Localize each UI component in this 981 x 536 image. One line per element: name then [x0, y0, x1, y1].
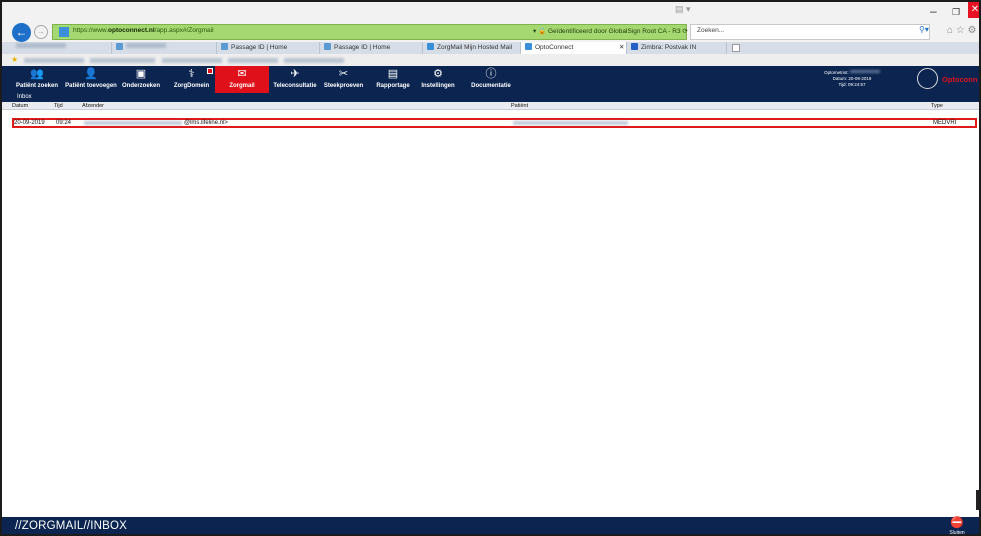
col-tijd[interactable]: Tijd	[54, 102, 63, 110]
minimize-button[interactable]: –	[930, 4, 937, 18]
browser-titlebar: ▤ ▾ – ❐ ✕	[2, 2, 979, 22]
tab-optoconnect[interactable]: OptoConnect ✕	[521, 42, 627, 54]
table-header: Datum Tijd Afzender Patiënt Type	[2, 102, 979, 110]
tab-zorgmail-hosted[interactable]: ZorgMail Mijn Hosted Mail	[423, 42, 521, 54]
cell-tijd: 09:24	[56, 120, 72, 126]
cell-datum: 20-09-2019	[14, 120, 45, 126]
zorgdomein-badge	[207, 68, 213, 74]
exit-icon: ⛔	[950, 517, 964, 529]
favorite-redacted-1[interactable]	[24, 58, 84, 63]
new-tab-icon[interactable]	[732, 44, 740, 52]
col-afzender[interactable]: Afzender	[82, 102, 104, 110]
nav-zorgdomein[interactable]: ⚕ ZorgDomein	[169, 66, 214, 93]
tab-redacted-1[interactable]	[12, 42, 112, 54]
nav-documentatie[interactable]: ⓘ Documentatie	[465, 66, 517, 93]
favorite-redacted-2[interactable]	[90, 58, 155, 63]
cell-patient-redacted	[513, 121, 628, 125]
sample-icon: ✂	[338, 68, 349, 80]
nav-instellingen[interactable]: ⚙ Instellingen	[417, 66, 459, 93]
report-icon: ▤	[387, 68, 399, 80]
table-row[interactable]: 20-09-2019 09:24 @lms.lifeline.nl> MEDVR…	[12, 118, 977, 128]
user-time: Tijd: 09:24:57	[838, 82, 866, 87]
toolbar-icons[interactable]: ⌂ ☆ ⚙	[947, 25, 977, 36]
tab-close-icon[interactable]: ✕	[619, 42, 624, 54]
nav-patient-toevoegen[interactable]: 👤 Patiënt toevoegen	[62, 66, 120, 93]
col-type[interactable]: Type	[931, 102, 943, 110]
patient-search-icon: 👥	[30, 68, 44, 80]
patient-add-icon: 👤	[84, 68, 98, 80]
browser-tabs-row: Passage ID | Home Passage ID | Home Zorg…	[2, 42, 979, 54]
tab-passage-id-2[interactable]: Passage ID | Home	[320, 42, 423, 54]
back-button[interactable]: ←	[12, 23, 31, 42]
nav-onderzoeken[interactable]: ▣ Onderzoeken	[120, 66, 162, 93]
breadcrumb-path: //ZORGMAIL//INBOX	[15, 520, 128, 532]
nav-zorgmail[interactable]: ✉ Zorgmail	[215, 66, 269, 93]
nav-rapportage[interactable]: ▤ Rapportage	[372, 66, 414, 93]
maximize-button[interactable]: ❐	[952, 7, 960, 18]
favorite-redacted-5[interactable]	[284, 58, 344, 63]
settings-icon: ⚙	[433, 68, 443, 80]
tab-list-icon[interactable]: ▤ ▾	[675, 4, 691, 15]
browser-address-row: ← → https://www.optoconnect.nl/app.aspx#…	[2, 22, 979, 42]
tab-passage-id-1[interactable]: Passage ID | Home	[217, 42, 320, 54]
tab-zimbra[interactable]: Zimbra: Postvak IN	[627, 42, 727, 54]
user-info: Optometrist: Datum: 20-09-2019 Tijd: 09:…	[802, 70, 902, 88]
col-patient[interactable]: Patiënt	[511, 102, 528, 110]
favorite-redacted-3[interactable]	[162, 58, 222, 63]
address-bar[interactable]: https://www.optoconnect.nl/app.aspx#/Zor…	[52, 24, 688, 40]
close-window-button[interactable]: ✕	[968, 2, 979, 18]
zorgmail-icon: ✉	[237, 68, 247, 80]
scrollbar-thumb[interactable]	[976, 490, 979, 510]
nav-teleconsultatie[interactable]: ✈ Teleconsultatie	[270, 66, 320, 93]
app-navbar: 👥 Patiënt zoeken 👤 Patiënt toevoegen ▣ O…	[2, 66, 979, 93]
teleconsult-icon: ✈	[290, 68, 300, 80]
section-title: Inbox	[17, 94, 32, 100]
app-footer: //ZORGMAIL//INBOX ⛔ Sluiten	[2, 517, 979, 534]
search-placeholder: Zoeken...	[697, 27, 725, 34]
cell-afzender: @lms.lifeline.nl>	[184, 120, 228, 126]
nav-patient-zoeken[interactable]: 👥 Patiënt zoeken	[12, 66, 62, 93]
site-favicon-icon	[59, 27, 69, 37]
logo-ring-icon	[917, 68, 938, 89]
col-datum[interactable]: Datum	[12, 102, 28, 110]
favorites-bar: ★	[2, 54, 979, 66]
address-url: https://www.optoconnect.nl/app.aspx#/Zor…	[73, 27, 214, 34]
certificate-info[interactable]: ▾ 🔒 Geïdentificeerd door GlobalSign Root…	[533, 27, 688, 35]
sluiten-button[interactable]: ⛔ Sluiten	[942, 517, 972, 534]
section-bar: Inbox	[2, 93, 979, 102]
nav-steekproeven[interactable]: ✂ Steekproeven	[321, 66, 366, 93]
cell-afzender-redacted	[84, 121, 182, 125]
tab-redacted-2[interactable]	[112, 42, 217, 54]
inbox-table: Datum Tijd Afzender Patiënt Type 20-09-2…	[2, 102, 979, 517]
search-input[interactable]: Zoeken...	[690, 24, 930, 40]
forward-button[interactable]: →	[34, 25, 48, 39]
search-icon[interactable]: ⚲▾	[919, 25, 929, 34]
exam-icon: ▣	[135, 68, 147, 80]
help-icon: ⓘ	[485, 68, 497, 80]
favorites-star-icon[interactable]: ★	[11, 55, 18, 64]
optoconnect-logo: Optoconn	[915, 67, 979, 93]
cell-type: MEDVRI	[933, 120, 957, 126]
favorite-redacted-4[interactable]	[228, 58, 278, 63]
screen: ▤ ▾ – ❐ ✕ ← → https://www.optoconnect.nl…	[0, 0, 981, 536]
